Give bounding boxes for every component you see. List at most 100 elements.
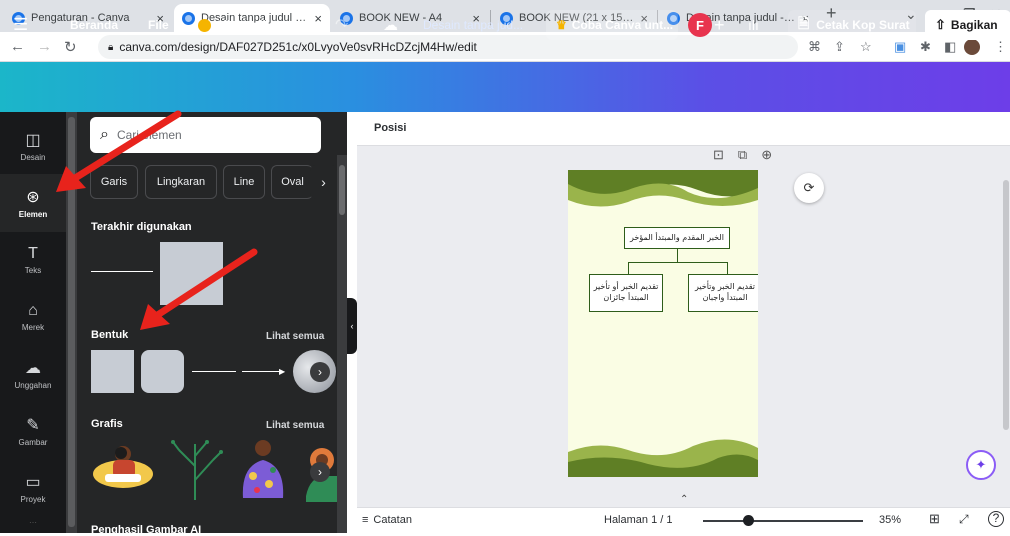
rail-item-brand[interactable]: ⌂ Merek bbox=[0, 288, 66, 346]
add-page-icon[interactable]: ⊕ bbox=[761, 147, 786, 162]
file-menu-button[interactable]: File bbox=[148, 0, 169, 50]
zoom-percent[interactable]: 35% bbox=[879, 514, 901, 526]
rail-label: Teks bbox=[24, 266, 42, 275]
help-icon[interactable]: ? bbox=[988, 511, 1004, 527]
magic-assistant-sparkle-icon[interactable]: ✦ bbox=[966, 450, 996, 480]
share-page-icon[interactable]: ⇪ bbox=[834, 39, 845, 55]
rail-item-draw[interactable]: ✎ Gambar bbox=[0, 402, 66, 460]
graphics-see-all-link[interactable]: Lihat semua bbox=[266, 420, 324, 431]
canvas-vertical-scrollbar[interactable] bbox=[1001, 150, 1010, 500]
chip-line[interactable]: Garis bbox=[90, 165, 138, 199]
page-indicator[interactable]: Halaman 1 / 1 bbox=[604, 514, 672, 526]
notes-button[interactable]: ≡ Catatan bbox=[362, 514, 412, 526]
shapes-see-all-link[interactable]: Lihat semua bbox=[266, 331, 324, 342]
lock-page-icon[interactable]: ⊡ bbox=[713, 147, 738, 162]
rail-more-icon[interactable]: ⋯ bbox=[0, 512, 66, 532]
square-shape[interactable] bbox=[91, 350, 134, 393]
document-title[interactable]: Desain tanpa jud... bbox=[423, 0, 523, 50]
position-button[interactable]: Posisi bbox=[374, 122, 406, 134]
search-placeholder: Cari elemen bbox=[116, 128, 182, 142]
search-icon: ⌕ bbox=[100, 126, 109, 143]
insights-icon[interactable]: ılı bbox=[748, 0, 759, 50]
diagram-left-box[interactable]: تقديم الخبر أو تأخير المبتدأ جائزان bbox=[589, 274, 663, 312]
rail-scrollbar[interactable] bbox=[66, 112, 77, 533]
cloud-upload-icon: ☁︎ bbox=[25, 360, 41, 377]
scrollbar-thumb[interactable] bbox=[1003, 180, 1009, 430]
close-tab-icon[interactable]: × bbox=[314, 11, 322, 26]
scrollbar-thumb[interactable] bbox=[339, 165, 345, 215]
zoom-slider-track[interactable] bbox=[703, 520, 863, 522]
magic-switch-label: Alih Ajaib bbox=[215, 18, 270, 32]
cloud-saved-icon[interactable]: ☁︎ bbox=[383, 0, 398, 50]
canva-favicon-icon bbox=[182, 11, 195, 25]
zoom-slider-knob[interactable] bbox=[743, 515, 754, 526]
rail-label: Merek bbox=[21, 323, 45, 332]
line-shape[interactable] bbox=[192, 371, 236, 372]
extension-icon[interactable]: ▣ bbox=[894, 39, 906, 55]
share-button[interactable]: ⇧ Bagikan bbox=[925, 10, 1010, 40]
crown-icon bbox=[198, 18, 211, 32]
shapes-next-chevron-icon[interactable]: › bbox=[310, 362, 330, 382]
connector-line bbox=[628, 262, 629, 274]
recent-section-title: Terakhir digunakan bbox=[91, 221, 192, 233]
chips-next-chevron-icon[interactable]: › bbox=[310, 165, 337, 199]
fullscreen-icon[interactable]: ⤢ bbox=[959, 512, 969, 527]
browser-menu-icon[interactable]: ⋮ bbox=[994, 39, 1007, 55]
rail-item-projects[interactable]: ▭ Proyek bbox=[0, 459, 66, 517]
home-button[interactable]: Beranda bbox=[70, 0, 118, 50]
graphics-section-title: Grafis bbox=[91, 418, 123, 430]
shapes-section-title: Bentuk bbox=[91, 329, 129, 341]
duplicate-page-icon[interactable]: ⧉ bbox=[738, 147, 761, 162]
graphics-next-chevron-icon[interactable]: › bbox=[310, 462, 330, 482]
forward-icon[interactable]: → bbox=[37, 38, 52, 55]
text-t-icon: T bbox=[28, 245, 38, 262]
diagram-right-box[interactable]: تقديم الخبر وتأخير المبتدأ واجبان bbox=[688, 274, 758, 312]
page-background-waves bbox=[568, 170, 758, 477]
redo-icon[interactable]: ↷ bbox=[335, 0, 348, 50]
profile-avatar[interactable] bbox=[964, 39, 980, 55]
chip-circle[interactable]: Lingkaran bbox=[145, 165, 217, 199]
grid-view-icon[interactable]: ⊞ bbox=[929, 511, 940, 527]
notes-pen-icon: ≡ bbox=[362, 514, 369, 526]
design-layout-icon: ◫ bbox=[25, 132, 41, 149]
rail-item-design[interactable]: ◫ Desain bbox=[0, 117, 66, 175]
rail-item-elements[interactable]: ⊛ Elemen bbox=[0, 174, 66, 232]
collapse-panel-chevron-icon[interactable]: ‹ bbox=[347, 298, 357, 354]
folder-icon: ▭ bbox=[25, 474, 41, 491]
recent-line-element[interactable] bbox=[91, 271, 153, 272]
translate-icon[interactable]: ⌘ bbox=[808, 39, 821, 55]
magic-switch-button[interactable]: Alih Ajaib bbox=[198, 0, 270, 50]
diagram-root-box[interactable]: الخبر المقدم والمبتدأ المؤخر bbox=[624, 227, 730, 249]
add-comment-icon[interactable]: ⟳ bbox=[794, 173, 824, 203]
crown-icon: ♛ bbox=[556, 18, 567, 32]
panel-scrollbar[interactable] bbox=[337, 155, 347, 533]
bookmark-star-icon[interactable]: ☆ bbox=[860, 39, 872, 55]
arrow-line-shape[interactable] bbox=[242, 371, 282, 372]
rail-item-text[interactable]: T Teks bbox=[0, 231, 66, 289]
graphic-branch-plant[interactable] bbox=[165, 436, 225, 502]
graphic-person-reading[interactable] bbox=[91, 440, 155, 498]
chip-line-en[interactable]: Line bbox=[223, 165, 265, 199]
share-label: Bagikan bbox=[950, 18, 998, 32]
undo-icon[interactable]: ↶ bbox=[300, 0, 313, 50]
print-button[interactable]: 🗎︎ Cetak Kop Surat bbox=[788, 10, 916, 40]
side-panel-icon[interactable]: ◧ bbox=[944, 39, 956, 55]
user-avatar[interactable]: F bbox=[688, 13, 712, 37]
extensions-puzzle-icon[interactable]: ✱ bbox=[920, 39, 931, 55]
graphic-person-pattern[interactable] bbox=[233, 436, 293, 502]
recent-square-element[interactable] bbox=[160, 242, 223, 305]
share-upload-icon: ⇧ bbox=[935, 17, 946, 32]
menu-hamburger-icon[interactable]: ☰ bbox=[13, 0, 28, 50]
rail-label: Desain bbox=[20, 153, 46, 162]
rail-item-uploads[interactable]: ☁︎ Unggahan bbox=[0, 345, 66, 403]
search-elements-input[interactable]: ⌕ Cari elemen bbox=[90, 117, 321, 153]
add-people-icon[interactable]: + bbox=[714, 0, 725, 50]
show-pages-chevron-icon[interactable]: ⌃ bbox=[680, 494, 688, 505]
rounded-square-shape[interactable] bbox=[141, 350, 184, 393]
chip-oval[interactable]: Oval bbox=[271, 165, 313, 199]
rail-label: Gambar bbox=[18, 438, 48, 447]
design-page[interactable]: الخبر المقدم والمبتدأ المؤخر تقديم الخبر… bbox=[568, 170, 758, 477]
page-tools: ⊡⧉⊕ bbox=[713, 147, 786, 163]
try-pro-button[interactable]: ♛ Coba Canva unt... bbox=[546, 10, 678, 40]
scrollbar-thumb[interactable] bbox=[68, 117, 75, 527]
